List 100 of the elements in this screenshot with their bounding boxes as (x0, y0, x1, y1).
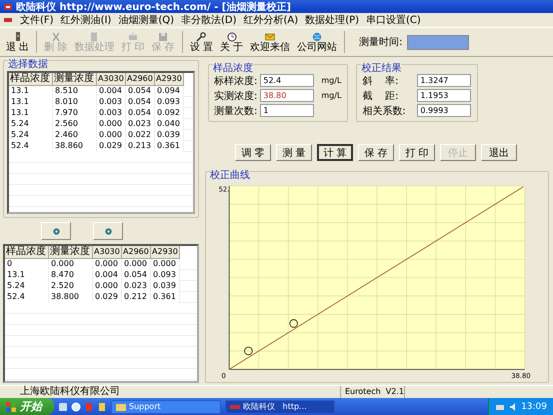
table-cell: 0.054 (126, 97, 155, 108)
menu-item[interactable]: 数据处理(P) (305, 13, 360, 27)
table-cell: 0.003 (97, 97, 126, 108)
column-header[interactable]: A2930 (151, 246, 180, 259)
table-cell: 5.24 (5, 281, 49, 292)
input-field[interactable]: 1.3247 (417, 74, 472, 87)
menu-item[interactable]: 文件(F) (20, 13, 54, 27)
menu-item[interactable]: 油烟测量(Q) (118, 13, 174, 27)
column-header[interactable]: A2960 (126, 73, 155, 86)
table-cell: 0.000 (93, 281, 122, 292)
remove-button[interactable] (93, 222, 123, 240)
table-cell: 52.4 (5, 292, 49, 303)
input-field[interactable]: 1.1953 (417, 89, 472, 102)
table-cell: 0.039 (151, 281, 180, 292)
action-button[interactable]: 退出 (481, 144, 517, 161)
table-cell: 0.093 (151, 270, 180, 281)
toolbar-button[interactable]: 欢迎来信 (247, 29, 294, 55)
envelope-icon (264, 32, 276, 42)
taskbar-button[interactable]: Support (111, 400, 221, 414)
column-header[interactable]: A2930 (155, 73, 184, 86)
menu-item[interactable]: 红外测油(I) (60, 13, 112, 27)
unit-label: mg/L (321, 91, 342, 100)
table-cell: 0.004 (93, 270, 122, 281)
table-cell: 0.023 (126, 119, 155, 130)
toolbar-button[interactable]: 退 出 (3, 29, 32, 55)
table-cell: 13.1 (5, 270, 49, 281)
time-field[interactable] (406, 34, 468, 50)
group-title: 校正结果 (361, 64, 402, 74)
column-header[interactable]: 测量浓度 (53, 73, 97, 86)
table-cell: 0.000 (97, 130, 126, 141)
action-button[interactable]: 打 印 (399, 144, 435, 161)
input-field[interactable]: 38.80 (260, 89, 314, 102)
clock: 13:09 (521, 402, 547, 412)
table-cell: 52.4 (9, 141, 53, 152)
table-cell: 0.004 (97, 86, 126, 97)
table-cell: 0.023 (122, 281, 151, 292)
menu-item[interactable]: 串口设置(C) (366, 13, 421, 27)
toolbar-button[interactable]: 公司网站 (294, 29, 340, 55)
table-cell: 0.003 (97, 108, 126, 119)
input-field[interactable]: 0.9993 (417, 104, 472, 117)
clock-icon (226, 32, 238, 42)
table-cell: 0.029 (93, 292, 122, 303)
column-header[interactable]: A3030 (93, 246, 122, 259)
windows-logo-icon (6, 402, 16, 412)
column-header[interactable]: 样品浓度 (5, 246, 49, 259)
app-icon (230, 402, 240, 410)
table-cell: 7.970 (53, 108, 97, 119)
action-button[interactable]: 测 量 (276, 144, 312, 161)
toolbar-button[interactable]: 关 于 (216, 29, 246, 55)
table-cell: 0.054 (126, 108, 155, 119)
table-cell: 0.054 (122, 270, 151, 281)
table-cell: 2.520 (49, 281, 93, 292)
time-label: 测量时间: (359, 36, 402, 49)
action-button[interactable]: 保 存 (358, 144, 394, 161)
table-cell: 38.860 (53, 141, 97, 152)
folder-icon (116, 402, 126, 410)
action-button[interactable]: 计 算 (317, 144, 353, 161)
toolbar-button[interactable]: 设 置 (186, 29, 216, 55)
field-label: 实测浓度: (214, 90, 258, 102)
table-cell: 0.000 (151, 259, 180, 270)
table-cell: 0 (5, 259, 49, 270)
field-label: 截 距: (362, 90, 400, 102)
column-header[interactable]: A3030 (97, 73, 126, 86)
table-cell: 0.000 (49, 259, 93, 270)
table-cell: 0.040 (155, 119, 184, 130)
table-cell: 8.510 (53, 86, 97, 97)
table-cell: 0.054 (126, 86, 155, 97)
column-header[interactable]: A2960 (122, 246, 151, 259)
table-cell: 13.1 (9, 97, 53, 108)
table-cell: 0.000 (122, 259, 151, 270)
action-button[interactable]: 调 零 (235, 144, 271, 161)
menu-item[interactable]: 红外分析(A) (244, 13, 298, 27)
table-cell: 0.361 (151, 292, 180, 303)
data-table[interactable] (7, 71, 195, 214)
table-cell: 0.000 (93, 259, 122, 270)
input-field[interactable]: 1 (260, 104, 314, 117)
table-cell: 0.213 (126, 141, 155, 152)
column-header[interactable]: 样品浓度 (9, 73, 53, 86)
input-field[interactable]: 52.4 (260, 74, 314, 87)
taskbar-button[interactable]: 欧陆科仪 http... (225, 400, 335, 414)
floppy-icon (157, 32, 170, 42)
printer-icon (126, 32, 139, 42)
table-cell: 5.24 (9, 130, 53, 141)
data-table[interactable]: 样品浓度 测量浓度 A3030 A2960 A2930 0 0.000 0.000 0.000 0.000 13.1 8.470 0.004 0.054 0.093 5.24 2.520 0.000 0.023 0.039 52.4 38.800 0.029 0.212 0.361 (3, 244, 199, 383)
add-button[interactable] (41, 222, 71, 240)
table-cell: 0.029 (97, 141, 126, 152)
table-cell: 13.1 (9, 86, 53, 97)
table-cell: 0.361 (155, 141, 184, 152)
table-cell: 0.093 (155, 97, 184, 108)
table-cell: 5.24 (9, 119, 53, 130)
field-label: 测量次数: (214, 104, 258, 118)
window-title: 欧陆科仪 http://www.euro-tech.com/ - [油烟测量校正] (16, 0, 291, 14)
table-cell: 0.022 (126, 130, 155, 141)
table-cell: 0.212 (122, 292, 151, 303)
menu-item[interactable]: 非分散法(D) (181, 13, 237, 27)
table-cell: 8.470 (49, 270, 93, 281)
field-label: 标样浓度: (214, 74, 258, 88)
unit-label: mg/L (321, 76, 342, 85)
field-label: 斜 率: (362, 74, 400, 88)
column-header[interactable]: 测量浓度 (49, 246, 93, 259)
